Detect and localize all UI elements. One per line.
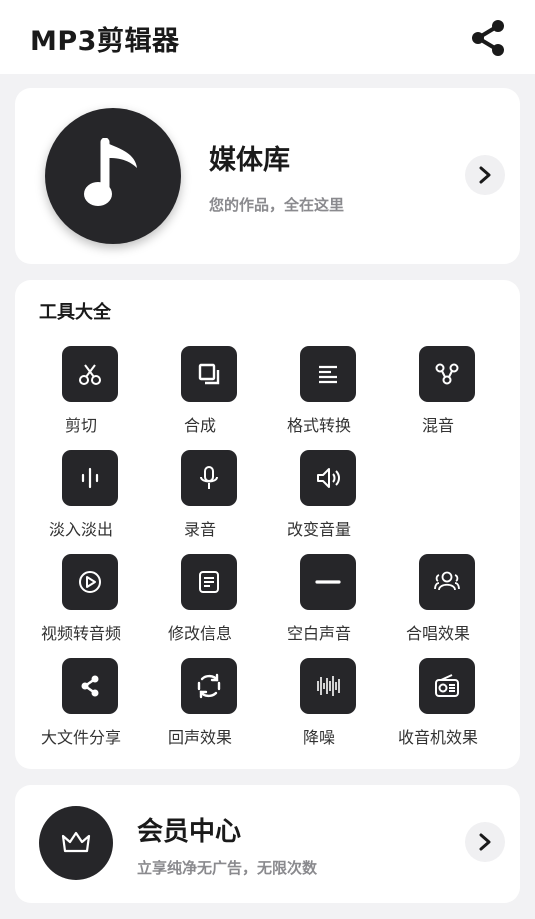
crown-icon <box>39 806 113 880</box>
tool-cut[interactable]: 剪切 <box>21 346 145 442</box>
tool-share-large-file[interactable]: 大文件分享 <box>21 658 145 754</box>
tool-label: 改变音量 <box>286 520 351 539</box>
tool-record[interactable]: 录音 <box>140 450 264 546</box>
tool-silence[interactable]: 空白声音 <box>259 554 383 650</box>
vip-title: 会员中心 <box>137 817 242 847</box>
tool-chorus[interactable]: 合唱效果 <box>378 554 502 650</box>
app-title: MP3剪辑器 <box>30 26 180 57</box>
chevron-right-icon[interactable] <box>465 155 505 195</box>
speaker-icon <box>300 450 356 506</box>
share-icon <box>62 658 118 714</box>
media-library-card[interactable]: 媒体库 您的作品，全在这里 <box>15 88 520 264</box>
tool-mix[interactable]: 混音 <box>378 346 502 442</box>
minus-icon <box>300 554 356 610</box>
microphone-icon <box>181 450 237 506</box>
tool-echo[interactable]: 回声效果 <box>140 658 264 754</box>
media-library-subtitle: 您的作品，全在这里 <box>209 196 345 214</box>
document-icon <box>181 554 237 610</box>
format-lines-icon <box>300 346 356 402</box>
tool-label: 混音 <box>421 416 454 435</box>
refresh-icon <box>181 658 237 714</box>
vip-center-card[interactable]: 会员中心 立享纯净无广告，无限次数 <box>15 785 520 903</box>
radio-icon <box>419 658 475 714</box>
tool-label: 合唱效果 <box>405 624 470 643</box>
tool-label: 收音机效果 <box>397 728 478 747</box>
tool-video-to-audio[interactable]: 视频转音频 <box>21 554 145 650</box>
tool-noise-reduction[interactable]: 降噪 <box>259 658 383 754</box>
waveform-icon <box>62 450 118 506</box>
chevron-right-icon[interactable] <box>465 822 505 862</box>
top-bar: MP3剪辑器 <box>0 0 535 74</box>
tool-format-convert[interactable]: 格式转换 <box>259 346 383 442</box>
play-circle-icon <box>62 554 118 610</box>
vip-subtitle: 立享纯净无广告，无限次数 <box>137 859 318 877</box>
tool-fade[interactable]: 淡入淡出 <box>21 450 145 546</box>
media-library-title: 媒体库 <box>209 145 290 176</box>
tool-radio-effect[interactable]: 收音机效果 <box>378 658 502 754</box>
share-icon[interactable] <box>468 18 508 58</box>
music-note-icon <box>45 108 181 244</box>
group-icon <box>419 554 475 610</box>
scissors-icon <box>62 346 118 402</box>
tool-merge[interactable]: 合成 <box>140 346 264 442</box>
mix-nodes-icon <box>419 346 475 402</box>
merge-icon <box>181 346 237 402</box>
tool-volume[interactable]: 改变音量 <box>259 450 383 546</box>
tools-card: 工具大全 剪切 合成 格式转换 混音 淡入淡出 录音 改变音量 视频转音频 修改… <box>15 280 520 769</box>
tool-edit-info[interactable]: 修改信息 <box>140 554 264 650</box>
bars-icon <box>300 658 356 714</box>
tools-section-title: 工具大全 <box>39 302 111 323</box>
